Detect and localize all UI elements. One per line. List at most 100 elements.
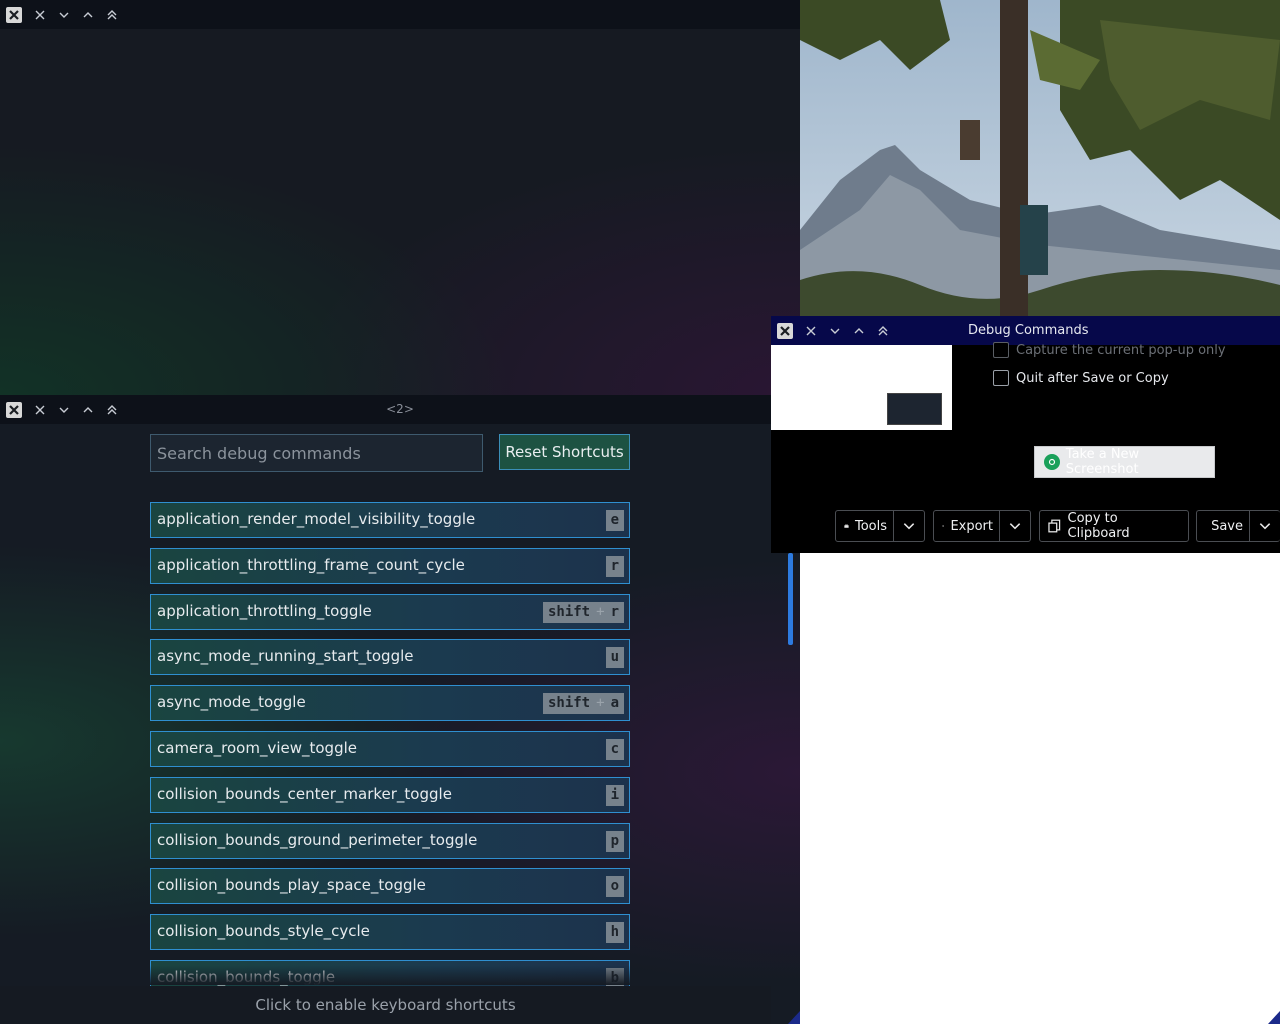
tools-label: Tools: [854, 518, 887, 534]
copy-icon: [1048, 519, 1061, 533]
key-label: p: [610, 832, 619, 849]
key-label: r: [610, 557, 619, 574]
command-row[interactable]: collision_bounds_style_cycle h: [150, 914, 630, 951]
option-label: Quit after Save or Copy: [1016, 370, 1169, 386]
key-label: e: [610, 512, 619, 528]
copy-to-clipboard-button[interactable]: Copy to Clipboard: [1039, 510, 1189, 542]
scroll-indicator[interactable]: [788, 553, 793, 645]
command-label: application_render_model_visibility_togg…: [157, 510, 476, 528]
resize-corner-icon: [1268, 1011, 1280, 1024]
maximize-icon[interactable]: [847, 316, 871, 345]
camera-icon: [1044, 454, 1060, 470]
minimize-icon[interactable]: [52, 395, 76, 424]
command-label: camera_room_view_toggle: [157, 738, 357, 757]
app-menu-icon[interactable]: [0, 395, 28, 424]
preview-window-thumbnail: [887, 393, 942, 425]
command-label: async_mode_toggle: [157, 693, 306, 712]
debug-commands-window: <2> Reset Shortcuts application_render_m…: [0, 395, 800, 1024]
minimize-icon[interactable]: [823, 316, 847, 345]
toolbox-icon: [844, 524, 849, 528]
keep-above-icon[interactable]: [871, 316, 895, 345]
command-row[interactable]: application_throttling_frame_count_cycle…: [150, 547, 630, 584]
command-row[interactable]: async_mode_running_start_toggle u: [150, 639, 630, 676]
key-label: r: [610, 603, 619, 620]
shortcut-key-badge[interactable]: shift + r: [542, 601, 624, 623]
maximize-icon[interactable]: [76, 0, 100, 29]
chevron-down-icon[interactable]: [999, 511, 1022, 541]
shortcut-key-badge[interactable]: r: [605, 555, 624, 577]
command-row[interactable]: application_throttling_toggle shift + r: [150, 593, 630, 630]
command-label: application_throttling_toggle: [157, 601, 372, 620]
tools-button[interactable]: Tools: [835, 510, 925, 542]
checkbox[interactable]: [993, 370, 1009, 386]
empty-window: [0, 0, 800, 395]
key-label: o: [610, 878, 619, 895]
shortcut-key-badge[interactable]: u: [605, 647, 624, 669]
window-titlebar: [0, 0, 800, 29]
command-list: application_render_model_visibility_togg…: [150, 502, 630, 1006]
command-label: collision_bounds_center_marker_toggle: [157, 784, 452, 803]
command-row[interactable]: application_render_model_visibility_togg…: [150, 502, 630, 538]
shortcut-key-badge[interactable]: i: [605, 784, 624, 806]
key-label: u: [610, 649, 619, 666]
key-label: c: [610, 740, 619, 757]
app-menu-icon[interactable]: [771, 316, 799, 345]
option-label: Capture the current pop-up only: [1016, 342, 1226, 358]
key-label: i: [610, 786, 619, 803]
command-row[interactable]: camera_room_view_toggle c: [150, 730, 630, 767]
command-label: async_mode_running_start_toggle: [157, 647, 414, 666]
capture-popup-only-option[interactable]: Capture the current pop-up only: [993, 341, 1226, 359]
shortcut-key-badge[interactable]: o: [605, 876, 624, 898]
export-button[interactable]: Export: [933, 510, 1031, 542]
command-row[interactable]: collision_bounds_center_marker_toggle i: [150, 776, 630, 813]
checkbox[interactable]: [993, 342, 1009, 358]
share-icon: [942, 524, 945, 528]
key-label: shift: [547, 603, 591, 620]
minimize-icon[interactable]: [52, 0, 76, 29]
key-label: h: [610, 924, 619, 941]
shortcut-key-badge[interactable]: shift + a: [542, 693, 624, 715]
shortcut-key-badge[interactable]: h: [605, 922, 624, 944]
shortcut-key-badge[interactable]: p: [605, 830, 624, 852]
command-label: collision_bounds_play_space_toggle: [157, 876, 426, 895]
list-fade: [0, 965, 800, 985]
command-label: collision_bounds_ground_perimeter_toggle: [157, 830, 478, 849]
keep-above-icon[interactable]: [100, 395, 124, 424]
resize-corner-icon: [788, 1011, 800, 1024]
key-separator: +: [596, 603, 605, 620]
quit-after-save-option[interactable]: Quit after Save or Copy: [993, 369, 1169, 387]
take-new-screenshot-button[interactable]: Take a New Screenshot: [1034, 446, 1215, 478]
copy-label: Copy to Clipboard: [1067, 511, 1130, 541]
white-canvas: [800, 553, 1280, 1024]
save-label: Save: [1211, 518, 1243, 534]
command-row[interactable]: collision_bounds_play_space_toggle o: [150, 868, 630, 905]
close-icon[interactable]: [28, 395, 52, 424]
window-titlebar: [0, 395, 800, 424]
close-icon[interactable]: [28, 0, 52, 29]
command-label: application_throttling_frame_count_cycle: [157, 555, 465, 574]
dialog-toolbar: Tools Export Copy to Clipboard Save: [771, 502, 1280, 553]
export-label: Export: [950, 518, 993, 534]
screenshot-preview[interactable]: [771, 345, 952, 430]
command-label: collision_bounds_style_cycle: [157, 922, 370, 941]
key-label: shift: [547, 695, 591, 712]
chevron-down-icon[interactable]: [1249, 511, 1272, 541]
reset-shortcuts-button[interactable]: Reset Shortcuts: [499, 434, 630, 470]
command-row[interactable]: async_mode_toggle shift + a: [150, 685, 630, 722]
button-label: Take a New Screenshot: [1065, 447, 1140, 477]
chevron-down-icon[interactable]: [893, 511, 916, 541]
search-input[interactable]: [150, 434, 483, 472]
key-label: a: [610, 695, 619, 712]
save-button[interactable]: Save: [1196, 510, 1280, 542]
shortcut-key-badge[interactable]: e: [605, 510, 624, 531]
command-row[interactable]: collision_bounds_ground_perimeter_toggle…: [150, 822, 630, 859]
app-menu-icon[interactable]: [0, 0, 28, 29]
shortcut-key-badge[interactable]: c: [605, 738, 624, 760]
keep-above-icon[interactable]: [100, 0, 124, 29]
key-separator: +: [596, 695, 605, 712]
close-icon[interactable]: [799, 316, 823, 345]
wallpaper-photo: [800, 0, 1280, 318]
screenshot-dialog: Debug Commands Capture the current pop-u…: [771, 316, 1280, 553]
maximize-icon[interactable]: [76, 395, 100, 424]
keyboard-shortcuts-hint[interactable]: Click to enable keyboard shortcuts: [0, 986, 771, 1024]
